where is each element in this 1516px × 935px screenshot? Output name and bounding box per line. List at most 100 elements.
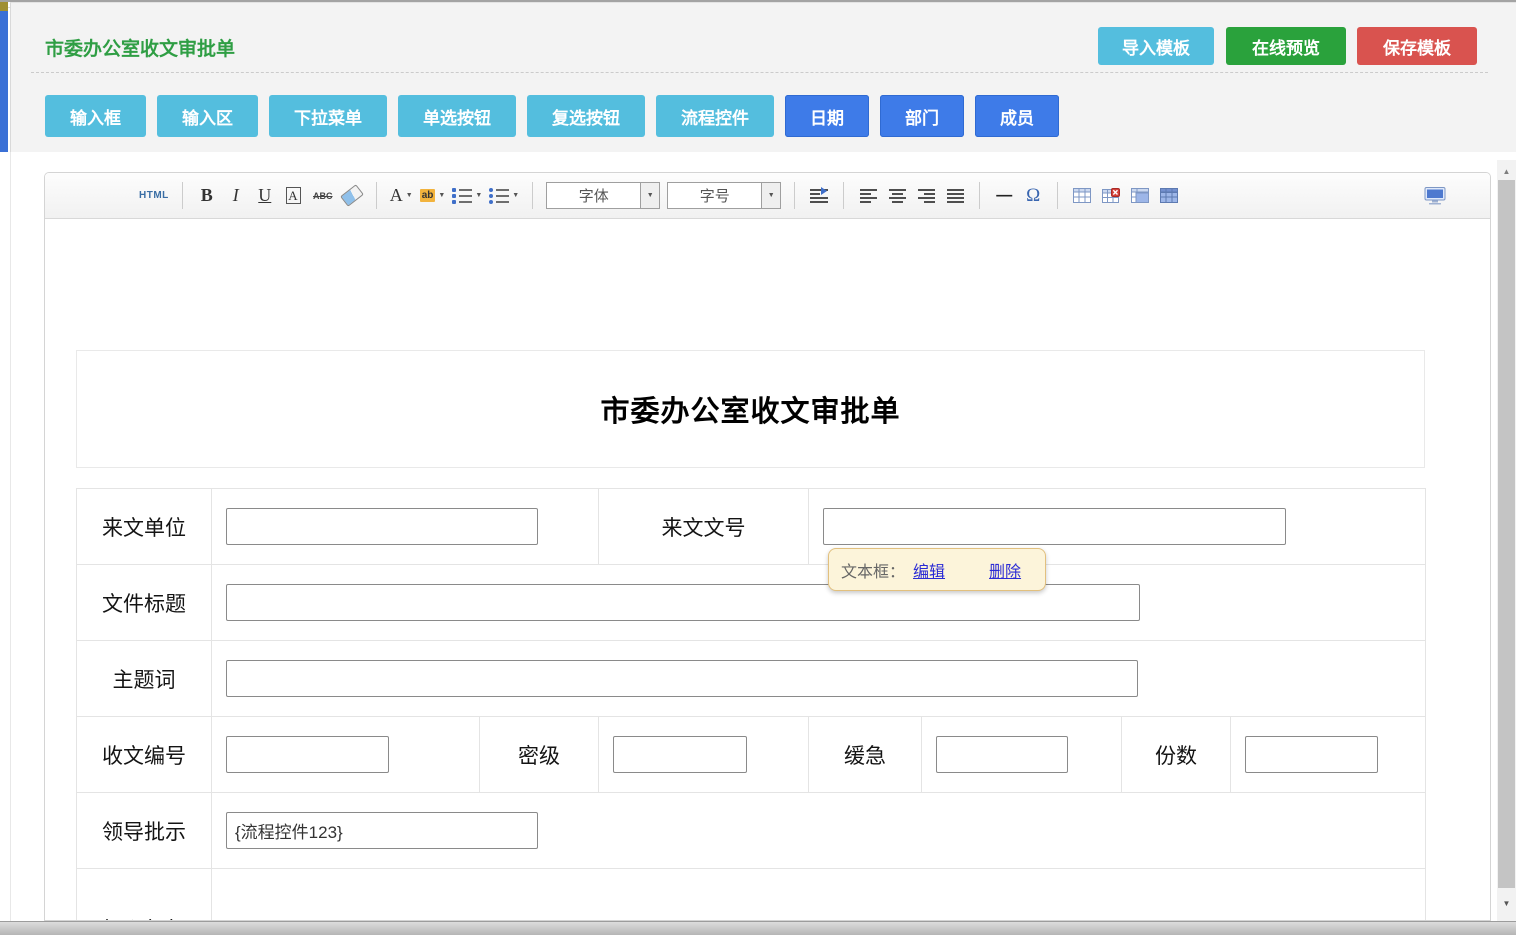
control-palette: 输入框 输入区 下拉菜单 单选按钮 复选按钮 流程控件 日期 部门 成员 bbox=[45, 95, 1059, 137]
leader-comments-input[interactable] bbox=[226, 812, 538, 849]
strikethrough-button[interactable]: ABC bbox=[312, 183, 334, 209]
edit-field-link[interactable]: 编辑 bbox=[913, 558, 945, 582]
unordered-list-button[interactable]: ▼ bbox=[489, 183, 519, 209]
scroll-down-button[interactable]: ▼ bbox=[1497, 894, 1516, 912]
label-security-level: 密级 bbox=[480, 717, 599, 793]
save-template-button[interactable]: 保存模板 bbox=[1357, 27, 1477, 65]
ordered-list-icon bbox=[452, 188, 472, 204]
cell-copies bbox=[1231, 717, 1426, 793]
font-family-select[interactable]: 字体 ▼ bbox=[546, 182, 660, 209]
label-office-opinion: 办公室意见 bbox=[77, 869, 212, 922]
label-incoming-unit: 来文单位 bbox=[77, 489, 212, 565]
toolbar-separator bbox=[376, 182, 377, 209]
window-bottom-edge bbox=[0, 921, 1516, 935]
label-subject-words: 主题词 bbox=[77, 641, 212, 717]
toolbar-separator bbox=[182, 182, 183, 209]
palette-date-button[interactable]: 日期 bbox=[785, 95, 869, 137]
receipt-number-input[interactable] bbox=[226, 736, 389, 773]
scroll-up-button[interactable]: ▲ bbox=[1497, 162, 1516, 180]
online-preview-button[interactable]: 在线预览 bbox=[1226, 27, 1346, 65]
cell-urgency bbox=[922, 717, 1122, 793]
table-grid-icon bbox=[1160, 188, 1178, 203]
delete-table-button[interactable] bbox=[1100, 183, 1122, 209]
select-arrow-button[interactable]: ▼ bbox=[640, 183, 659, 208]
label-receipt-number: 收文编号 bbox=[77, 717, 212, 793]
underline-button[interactable]: U bbox=[254, 183, 276, 209]
font-family-select-label: 字体 bbox=[547, 183, 640, 208]
table-delete-icon bbox=[1102, 188, 1120, 203]
palette-dropdown-button[interactable]: 下拉菜单 bbox=[269, 95, 387, 137]
security-level-input[interactable] bbox=[613, 736, 747, 773]
align-left-icon bbox=[860, 189, 877, 203]
cell-office-opinion bbox=[212, 869, 1426, 922]
table-cell-properties-button[interactable] bbox=[1129, 183, 1151, 209]
vertical-scrollbar[interactable]: ▲ ▼ bbox=[1497, 160, 1516, 921]
table-cell-icon bbox=[1131, 188, 1149, 203]
cell-incoming-unit bbox=[212, 489, 599, 565]
table-row: 文件标题 bbox=[77, 565, 1426, 641]
rich-text-editor: HTML B I U A ABC A▼ ab▼ ▼ ▼ 字体 bbox=[44, 172, 1491, 921]
label-urgency: 缓急 bbox=[809, 717, 922, 793]
table-icon bbox=[1073, 188, 1091, 203]
highlight-color-button[interactable]: ab▼ bbox=[420, 183, 446, 209]
document-number-input[interactable] bbox=[823, 508, 1286, 545]
block-style-button[interactable]: A bbox=[283, 183, 305, 209]
label-document-title: 文件标题 bbox=[77, 565, 212, 641]
indent-button[interactable] bbox=[808, 183, 830, 209]
palette-textarea-button[interactable]: 输入区 bbox=[157, 95, 258, 137]
align-center-icon bbox=[889, 189, 906, 203]
insert-table-button[interactable] bbox=[1071, 183, 1093, 209]
special-character-button[interactable]: Ω bbox=[1022, 183, 1044, 209]
remove-format-button[interactable] bbox=[341, 183, 363, 209]
incoming-unit-input[interactable] bbox=[226, 508, 538, 545]
app-window: 市委办公室收文审批单 导入模板 在线预览 保存模板 输入框 输入区 下拉菜单 单… bbox=[0, 0, 1516, 935]
fullscreen-button[interactable] bbox=[1424, 183, 1446, 209]
align-justify-icon bbox=[947, 189, 964, 203]
table-properties-button[interactable] bbox=[1158, 183, 1180, 209]
source-code-button[interactable]: HTML bbox=[139, 183, 169, 209]
document-title-box: 市委办公室收文审批单 bbox=[76, 350, 1425, 468]
scrollbar-thumb[interactable] bbox=[1498, 180, 1515, 888]
delete-field-link[interactable]: 删除 bbox=[989, 558, 1021, 582]
toolbar-separator bbox=[532, 182, 533, 209]
cell-subject-words bbox=[212, 641, 1426, 717]
horizontal-rule-button[interactable]: — bbox=[993, 183, 1015, 209]
cell-receipt-number bbox=[212, 717, 480, 793]
background-window-fragment bbox=[0, 2, 8, 11]
palette-input-box-button[interactable]: 输入框 bbox=[45, 95, 146, 137]
palette-member-button[interactable]: 成员 bbox=[975, 95, 1059, 137]
label-copies: 份数 bbox=[1122, 717, 1231, 793]
eraser-icon bbox=[340, 184, 364, 207]
editor-canvas[interactable]: 市委办公室收文审批单 来文单位 来文文号 文件标题 主 bbox=[45, 219, 1490, 921]
subject-words-input[interactable] bbox=[226, 660, 1138, 697]
toolbar-separator bbox=[1057, 182, 1058, 209]
palette-flow-control-button[interactable]: 流程控件 bbox=[656, 95, 774, 137]
align-center-button[interactable] bbox=[886, 183, 908, 209]
font-color-button[interactable]: A▼ bbox=[390, 183, 413, 209]
tooltip-label: 文本框： bbox=[841, 558, 905, 582]
copies-input[interactable] bbox=[1245, 736, 1378, 773]
palette-department-button[interactable]: 部门 bbox=[880, 95, 964, 137]
align-justify-button[interactable] bbox=[944, 183, 966, 209]
table-row: 收文编号 密级 缓急 份数 bbox=[77, 717, 1426, 793]
table-row: 办公室意见 bbox=[77, 869, 1426, 922]
urgency-input[interactable] bbox=[936, 736, 1068, 773]
bold-button[interactable]: B bbox=[196, 183, 218, 209]
import-template-button[interactable]: 导入模板 bbox=[1098, 27, 1214, 65]
palette-checkbox-button[interactable]: 复选按钮 bbox=[527, 95, 645, 137]
select-arrow-button[interactable]: ▼ bbox=[761, 183, 780, 208]
cell-document-title bbox=[212, 565, 1426, 641]
align-right-button[interactable] bbox=[915, 183, 937, 209]
table-row: 来文单位 来文文号 bbox=[77, 489, 1426, 565]
palette-radio-button[interactable]: 单选按钮 bbox=[398, 95, 516, 137]
font-size-select[interactable]: 字号 ▼ bbox=[667, 182, 781, 209]
font-size-select-label: 字号 bbox=[668, 183, 761, 208]
chevron-down-icon: ▼ bbox=[475, 192, 482, 199]
italic-button[interactable]: I bbox=[225, 183, 247, 209]
scroll-down-icon: ▼ bbox=[1503, 899, 1511, 908]
chevron-down-icon: ▼ bbox=[647, 192, 654, 199]
highlight-icon: ab bbox=[420, 189, 436, 202]
chevron-down-icon: ▼ bbox=[768, 192, 775, 199]
align-left-button[interactable] bbox=[857, 183, 879, 209]
ordered-list-button[interactable]: ▼ bbox=[452, 183, 482, 209]
